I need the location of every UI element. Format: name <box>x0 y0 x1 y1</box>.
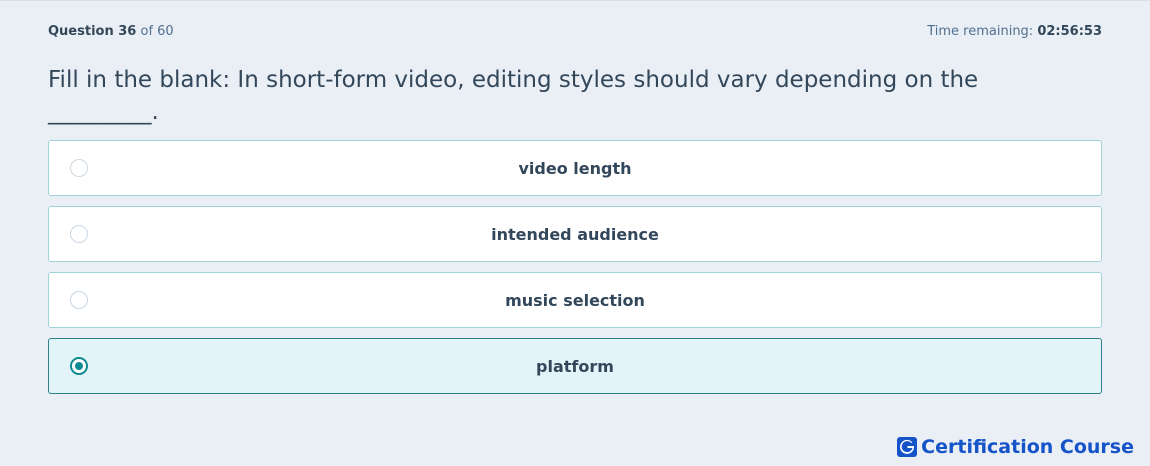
answer-option-label: music selection <box>505 290 645 310</box>
radio-button[interactable] <box>70 291 88 309</box>
radio-button[interactable] <box>70 159 88 177</box>
radio-button[interactable] <box>70 357 88 375</box>
answer-option[interactable]: music selection <box>48 272 1102 328</box>
answer-option-label: video length <box>518 158 632 178</box>
answer-option[interactable]: platform <box>48 338 1102 394</box>
question-counter: Question 36 of 60 <box>48 24 174 40</box>
answer-options: video length intended audience music sel… <box>48 140 1102 404</box>
answer-option[interactable]: video length <box>48 140 1102 196</box>
timer: Time remaining: 02:56:53 <box>927 24 1102 40</box>
timer-value: 02:56:53 <box>1037 24 1102 39</box>
brand-logo: Certification Course <box>897 436 1134 458</box>
brand-g-icon <box>897 437 918 457</box>
radio-button[interactable] <box>70 225 88 243</box>
question-text: Fill in the blank: In short-form video, … <box>48 67 979 125</box>
question-total: of 60 <box>140 24 174 39</box>
brand-name: Certification Course <box>921 436 1134 458</box>
top-divider <box>0 0 1150 1</box>
question-number: Question 36 <box>48 24 137 39</box>
answer-option[interactable]: intended audience <box>48 206 1102 262</box>
timer-label: Time remaining: <box>927 24 1034 39</box>
answer-option-label: platform <box>536 356 614 376</box>
answer-option-label: intended audience <box>491 224 659 244</box>
